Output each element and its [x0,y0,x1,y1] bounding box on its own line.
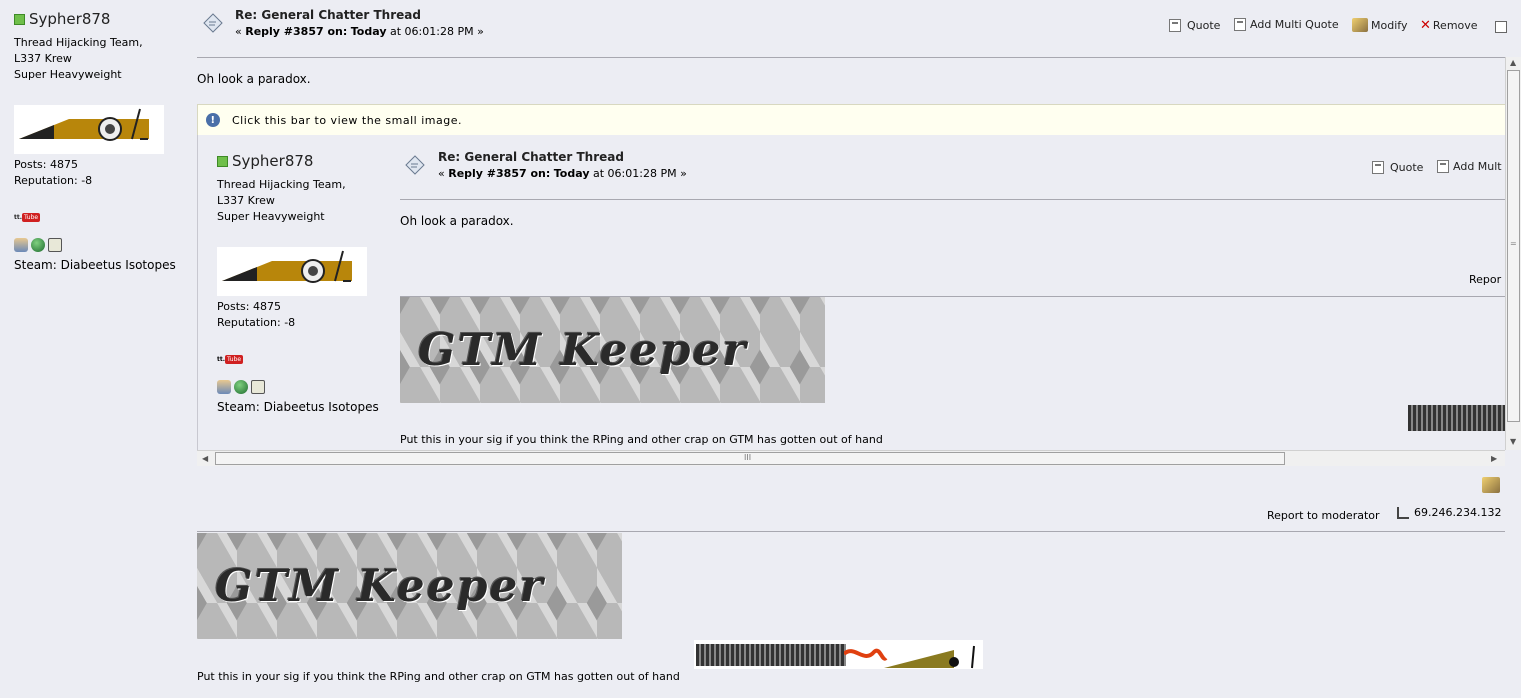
quote-button[interactable]: Quote [1169,19,1220,32]
member-group-2: L337 Krew [14,52,72,65]
post-count: Posts: 4875 [217,300,281,313]
signature-banner-image: GTM Keeper [197,533,622,639]
avatar [14,105,164,154]
info-icon: ! [206,113,220,127]
horizontal-scrollbar[interactable]: ◀ III ▶ [197,450,1505,466]
youtube-icon[interactable]: tt. Tube [14,209,41,222]
scroll-right-arrow-icon[interactable]: ▶ [1491,454,1497,463]
report-link[interactable]: Repor [1469,273,1501,286]
profile-icon[interactable] [217,380,231,394]
embedded-post-title[interactable]: Re: General Chatter Thread [438,150,624,164]
member-group-2: L337 Krew [217,194,275,207]
post-icon [405,155,425,178]
vertical-scrollbar[interactable]: ▲ = ▼ [1505,57,1521,450]
reputation: Reputation: -8 [14,174,93,187]
divider [400,199,1506,200]
modify-button[interactable]: Modify [1352,18,1407,32]
post-count: Posts: 4875 [14,158,78,171]
modify-inline-icon[interactable] [1482,477,1500,493]
post-title[interactable]: Re: General Chatter Thread [235,8,421,22]
post-body: Oh look a paradox. [197,72,311,86]
poster-info: Sypher878 Thread Hijacking Team, L337 Kr… [14,10,143,83]
post-group: Super Heavyweight [14,68,122,81]
remove-icon: ✕ [1420,18,1431,33]
scroll-up-arrow-icon[interactable]: ▲ [1510,58,1516,67]
online-status-icon [14,14,25,25]
message-icon[interactable] [251,380,265,394]
embedded-poster-username[interactable]: Sypher878 [217,152,346,170]
embedded-post-subtitle: « Reply #3857 on: Today at 06:01:28 PM » [438,167,687,180]
signature-banner-image: GTM Keeper [400,297,825,403]
scroll-left-arrow-icon[interactable]: ◀ [202,454,208,463]
report-to-moderator-link[interactable]: Report to moderator [1267,509,1380,522]
embedded-post-body: Oh look a paradox. [400,214,514,228]
message-icon[interactable] [48,238,62,252]
add-multi-quote-button[interactable]: Add Multi Quote [1234,18,1339,31]
image-resize-notice-bar[interactable]: ! Click this bar to view the small image… [197,104,1506,136]
train-signature-image [694,640,983,669]
scroll-down-arrow-icon[interactable]: ▼ [1510,437,1516,446]
quote-button[interactable]: Quote [1372,161,1423,174]
steam-name: Steam: Diabeetus Isotopes [14,258,176,272]
signature-text: Put this in your sig if you think the RP… [197,670,680,683]
online-status-icon [217,156,228,167]
divider [197,531,1505,532]
add-multi-quote-button[interactable]: Add Mult [1437,160,1502,173]
remove-button[interactable]: ✕ Remove [1420,18,1478,33]
steam-name: Steam: Diabeetus Isotopes [217,400,379,414]
member-group: Thread Hijacking Team, [14,36,143,49]
train-image [1408,405,1506,431]
profile-icon[interactable] [14,238,28,252]
divider [197,57,1505,58]
post-icon [203,13,223,36]
poster-username[interactable]: Sypher878 [14,10,143,28]
youtube-icon[interactable]: tt. Tube [217,351,244,364]
embedded-avatar [217,247,367,296]
notice-text: Click this bar to view the small image. [232,113,462,127]
member-group: Thread Hijacking Team, [217,178,346,191]
signature-text: Put this in your sig if you think the RP… [400,433,883,446]
reputation: Reputation: -8 [217,316,296,329]
quote-icon [1169,19,1181,32]
ip-address: 69.246.234.132 [1397,506,1501,519]
website-globe-icon[interactable] [31,238,45,252]
select-post-checkbox[interactable] [1495,21,1507,33]
post-subtitle: « Reply #3857 on: Today at 06:01:28 PM » [235,25,484,38]
embedded-post-frame[interactable]: Sypher878 Thread Hijacking Team, L337 Kr… [197,135,1506,450]
ip-icon [1397,506,1409,519]
website-globe-icon[interactable] [234,380,248,394]
multi-quote-icon [1437,160,1449,173]
multi-quote-icon [1234,18,1246,31]
vertical-scroll-thumb[interactable]: = [1507,70,1520,422]
quote-icon [1372,161,1384,174]
modify-icon [1352,18,1368,32]
horizontal-scroll-thumb[interactable]: III [215,452,1285,465]
post-group: Super Heavyweight [217,210,325,223]
